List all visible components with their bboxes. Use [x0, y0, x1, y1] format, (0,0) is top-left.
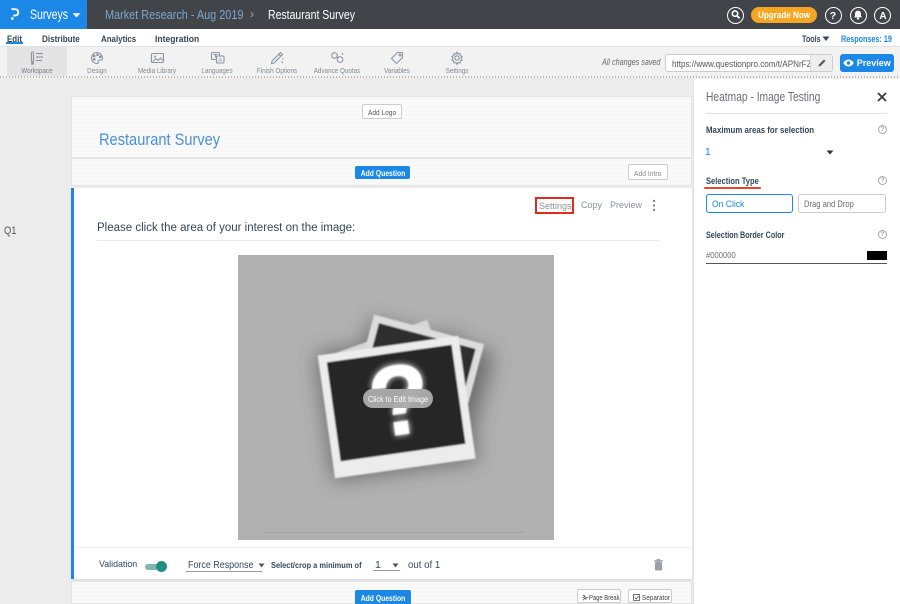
svg-text:A: A	[218, 58, 222, 64]
svg-text:Click to Edit Image: Click to Edit Image	[368, 394, 428, 404]
svg-text:A: A	[879, 11, 886, 22]
svg-text:?: ?	[830, 10, 836, 22]
svg-text:Surveys: Surveys	[30, 7, 68, 22]
